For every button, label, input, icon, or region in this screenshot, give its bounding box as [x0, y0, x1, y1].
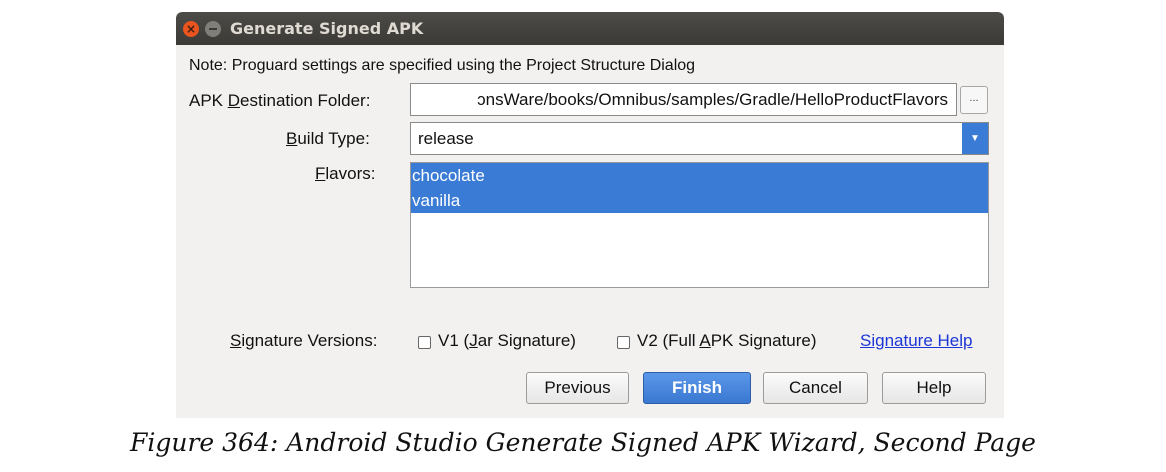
proguard-note: Note: Proguard settings are specified us… — [189, 57, 696, 74]
flavors-list[interactable]: chocolate vanilla — [410, 162, 989, 288]
v1-checkbox-label[interactable]: V1 (Jar Signature) — [438, 331, 576, 351]
generate-signed-apk-dialog: × Generate Signed APK Note: Proguard set… — [176, 12, 1004, 418]
flavors-label: Flavors: — [315, 164, 376, 183]
minimize-icon[interactable] — [205, 21, 221, 37]
close-icon[interactable]: × — [183, 21, 199, 37]
build-type-dropdown[interactable]: release ▼ — [410, 122, 989, 155]
apk-destination-value: ɔnsWare/books/Omnibus/samples/Gradle/Hel… — [477, 90, 948, 109]
signature-versions-label: Signature Versions: — [230, 331, 378, 350]
apk-destination-field[interactable]: ɔnsWare/books/Omnibus/samples/Gradle/Hel… — [410, 83, 957, 116]
chevron-down-icon[interactable]: ▼ — [962, 123, 988, 154]
figure-caption: Figure 364: Android Studio Generate Sign… — [130, 428, 1036, 457]
build-type-label: Build Type: — [286, 129, 370, 148]
finish-button[interactable]: Finish — [643, 372, 751, 404]
previous-button[interactable]: Previous — [526, 372, 629, 404]
v2-checkbox-label[interactable]: V2 (Full APK Signature) — [637, 331, 817, 351]
cancel-button[interactable]: Cancel — [763, 372, 868, 404]
list-item[interactable]: chocolate — [411, 163, 988, 188]
signature-help-link[interactable]: Signature Help — [860, 331, 972, 351]
list-item[interactable]: vanilla — [411, 188, 988, 213]
v2-checkbox[interactable] — [617, 336, 630, 349]
window-title: Generate Signed APK — [230, 19, 424, 38]
v1-checkbox[interactable] — [418, 336, 431, 349]
help-button[interactable]: Help — [882, 372, 986, 404]
title-bar: × Generate Signed APK — [176, 12, 1004, 45]
build-type-value: release — [418, 129, 474, 148]
apk-destination-label: APK Destination Folder: — [189, 91, 371, 110]
browse-button[interactable]: ... — [960, 86, 988, 114]
